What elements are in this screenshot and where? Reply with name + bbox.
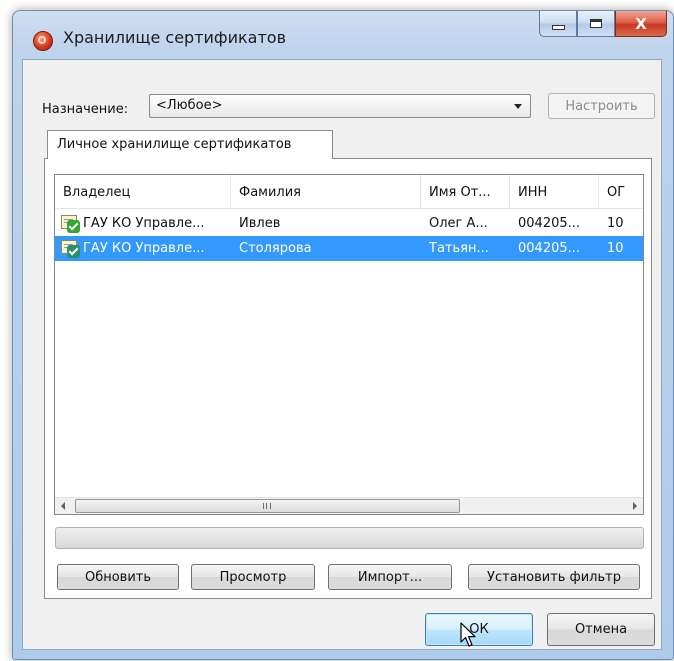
certificate-check-icon: [61, 239, 80, 258]
certificate-store-icon: [33, 31, 53, 51]
maximize-button[interactable]: [577, 11, 615, 37]
cell-inn: 004205...: [518, 216, 581, 231]
close-button[interactable]: X: [615, 11, 667, 37]
scroll-right-icon[interactable]: [633, 502, 637, 510]
progress-bar: [55, 527, 644, 549]
tab-personal-store[interactable]: Личное хранилище сертификатов: [47, 130, 333, 159]
maximize-icon: [590, 19, 602, 28]
list-header: Владелец Фамилия Имя От... ИНН ОГ: [55, 175, 643, 209]
close-icon: X: [635, 14, 647, 33]
tab-panel: Владелец Фамилия Имя От... ИНН ОГ ГАУ КО…: [44, 158, 652, 599]
column-header-inn[interactable]: ИНН: [510, 175, 599, 208]
chevron-down-icon: [514, 104, 522, 109]
table-row[interactable]: ГАУ КО Управле... Ивлев Олег А... 004205…: [55, 211, 643, 236]
minimize-icon: [551, 25, 565, 30]
cell-owner-text: ГАУ КО Управле...: [83, 216, 205, 231]
title-bar[interactable]: Хранилище сертификатов X: [13, 11, 673, 59]
column-header-owner[interactable]: Владелец: [55, 175, 231, 208]
ok-button[interactable]: ОК: [425, 613, 533, 647]
refresh-button[interactable]: Обновить: [57, 564, 179, 590]
cell-inn: 004205...: [518, 241, 581, 256]
cell-owner: ГАУ КО Управле...: [55, 239, 231, 258]
window-controls: X: [539, 11, 667, 37]
cancel-button[interactable]: Отмена: [547, 613, 655, 646]
certificate-store-dialog: Хранилище сертификатов X Назначение: <Лю…: [12, 10, 674, 660]
column-header-name[interactable]: Имя От...: [421, 175, 510, 208]
certificate-list[interactable]: Владелец Фамилия Имя От... ИНН ОГ ГАУ КО…: [54, 174, 644, 515]
scrollbar-grip-icon: [263, 503, 271, 509]
cell-surname: Столярова: [239, 241, 312, 256]
mouse-pointer-icon: [460, 622, 476, 647]
minimize-button[interactable]: [539, 11, 577, 37]
horizontal-scrollbar[interactable]: [55, 497, 643, 514]
scrollbar-thumb[interactable]: [75, 499, 460, 513]
configure-button[interactable]: Настроить: [548, 93, 655, 119]
cell-ogrn: 10: [607, 216, 624, 231]
cell-owner-text: ГАУ КО Управле...: [83, 241, 205, 256]
purpose-label: Назначение:: [42, 102, 129, 117]
column-header-surname[interactable]: Фамилия: [231, 175, 421, 208]
view-button[interactable]: Просмотр: [191, 564, 315, 590]
cell-name: Татьян...: [429, 241, 489, 256]
purpose-select[interactable]: <Любое>: [149, 94, 531, 118]
certificate-check-icon: [61, 214, 80, 233]
table-row-selected[interactable]: ГАУ КО Управле... Столярова Татьян... 00…: [55, 236, 643, 261]
cell-ogrn: 10: [607, 241, 624, 256]
purpose-select-value: <Любое>: [156, 98, 223, 113]
window-title: Хранилище сертификатов: [63, 28, 287, 47]
column-header-ogrn[interactable]: ОГ: [599, 175, 643, 208]
set-filter-button[interactable]: Установить фильтр: [468, 564, 640, 590]
cell-surname: Ивлев: [239, 216, 281, 231]
dialog-body: Назначение: <Любое> Настроить Личное хра…: [22, 59, 662, 650]
cell-owner: ГАУ КО Управле...: [55, 214, 231, 233]
cell-name: Олег А...: [429, 216, 488, 231]
scroll-left-icon[interactable]: [61, 502, 65, 510]
import-button[interactable]: Импорт...: [328, 564, 452, 590]
